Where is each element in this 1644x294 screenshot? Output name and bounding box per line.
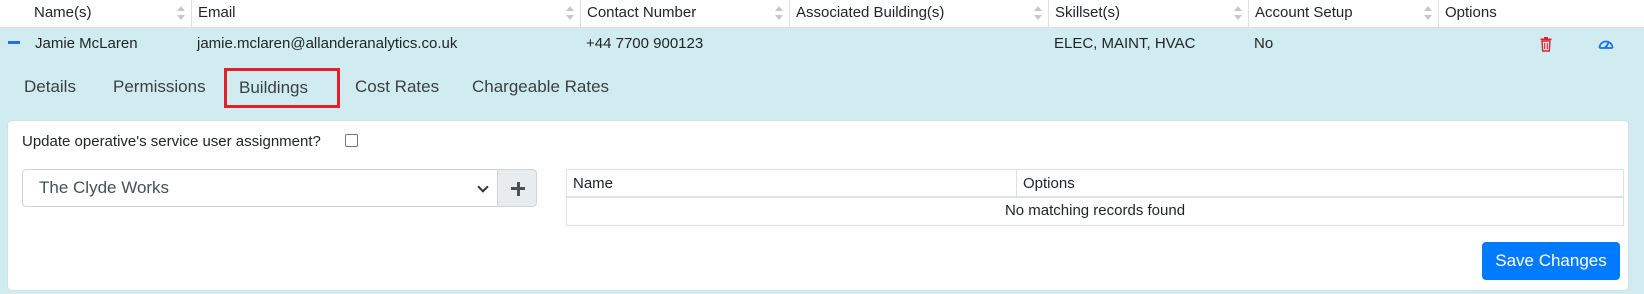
cell-skillsets: ELEC, MAINT, HVAC bbox=[1054, 35, 1196, 52]
minus-icon[interactable] bbox=[8, 41, 20, 44]
sort-icon bbox=[1034, 6, 1042, 20]
column-header-label: Options bbox=[1445, 4, 1497, 21]
cell-name: Jamie McLaren bbox=[35, 35, 138, 52]
sort-icon bbox=[566, 6, 574, 20]
sort-icon bbox=[177, 6, 185, 20]
buildings-table-header: Name Options bbox=[567, 170, 1623, 198]
column-header-skillsets[interactable]: Skillset(s) bbox=[1048, 0, 1248, 28]
add-building-button[interactable] bbox=[497, 169, 537, 207]
chevron-down-icon bbox=[477, 181, 489, 193]
table-header-row: Name(s) Email Contact Number Associated … bbox=[0, 0, 1644, 28]
cell-associated-buildings bbox=[789, 28, 795, 60]
detail-tabs: Details Permissions Buildings Cost Rates… bbox=[0, 68, 1644, 108]
expanded-row: Jamie McLaren jamie.mclaren@allanderanal… bbox=[0, 28, 1644, 294]
column-header-label: Name(s) bbox=[34, 4, 92, 21]
trash-icon[interactable] bbox=[1538, 36, 1554, 52]
column-header-label: Contact Number bbox=[587, 4, 697, 21]
column-header-associated-buildings[interactable]: Associated Building(s) bbox=[789, 0, 1048, 28]
column-header-email[interactable]: Email bbox=[191, 0, 580, 28]
checkbox-label: Update operative's service user assignme… bbox=[22, 133, 321, 150]
cell-contact-number: +44 7700 900123 bbox=[586, 35, 704, 52]
cell-email: jamie.mclaren@allanderanalytics.co.uk bbox=[197, 35, 458, 52]
building-select-value: The Clyde Works bbox=[39, 178, 170, 197]
column-header-options: Options bbox=[1438, 0, 1644, 28]
column-header-options: Options bbox=[1016, 170, 1623, 198]
tab-details[interactable]: Details bbox=[12, 68, 88, 108]
column-header-account-setup[interactable]: Account Setup bbox=[1248, 0, 1438, 28]
sort-icon bbox=[1424, 6, 1432, 20]
gauge-icon[interactable] bbox=[1598, 36, 1614, 52]
cell-account-setup: No bbox=[1254, 35, 1274, 52]
empty-message: No matching records found bbox=[1004, 202, 1186, 219]
tab-cost-rates[interactable]: Cost Rates bbox=[343, 68, 451, 108]
tab-permissions[interactable]: Permissions bbox=[101, 68, 218, 108]
column-header-label: Skillset(s) bbox=[1055, 4, 1121, 21]
column-header-label: Account Setup bbox=[1255, 4, 1353, 21]
table-row: Jamie McLaren jamie.mclaren@allanderanal… bbox=[0, 28, 1644, 60]
sort-icon bbox=[775, 6, 783, 20]
column-header-label: Associated Building(s) bbox=[796, 4, 945, 21]
save-changes-button[interactable]: Save Changes bbox=[1482, 242, 1620, 280]
column-header-names[interactable]: Name(s) bbox=[28, 0, 191, 28]
buildings-table: Name Options No matching records found bbox=[566, 169, 1624, 226]
tab-chargeable-rates[interactable]: Chargeable Rates bbox=[460, 68, 621, 108]
column-header-label: Email bbox=[198, 4, 236, 21]
service-user-assignment-checkbox[interactable] bbox=[345, 134, 358, 147]
building-select[interactable]: The Clyde Works bbox=[22, 169, 498, 207]
sort-icon bbox=[1234, 6, 1242, 20]
column-header-contact-number[interactable]: Contact Number bbox=[580, 0, 789, 28]
column-header-name[interactable]: Name bbox=[567, 170, 1016, 198]
tab-buildings[interactable]: Buildings bbox=[224, 68, 340, 108]
buildings-panel: Update operative's service user assignme… bbox=[8, 121, 1628, 290]
